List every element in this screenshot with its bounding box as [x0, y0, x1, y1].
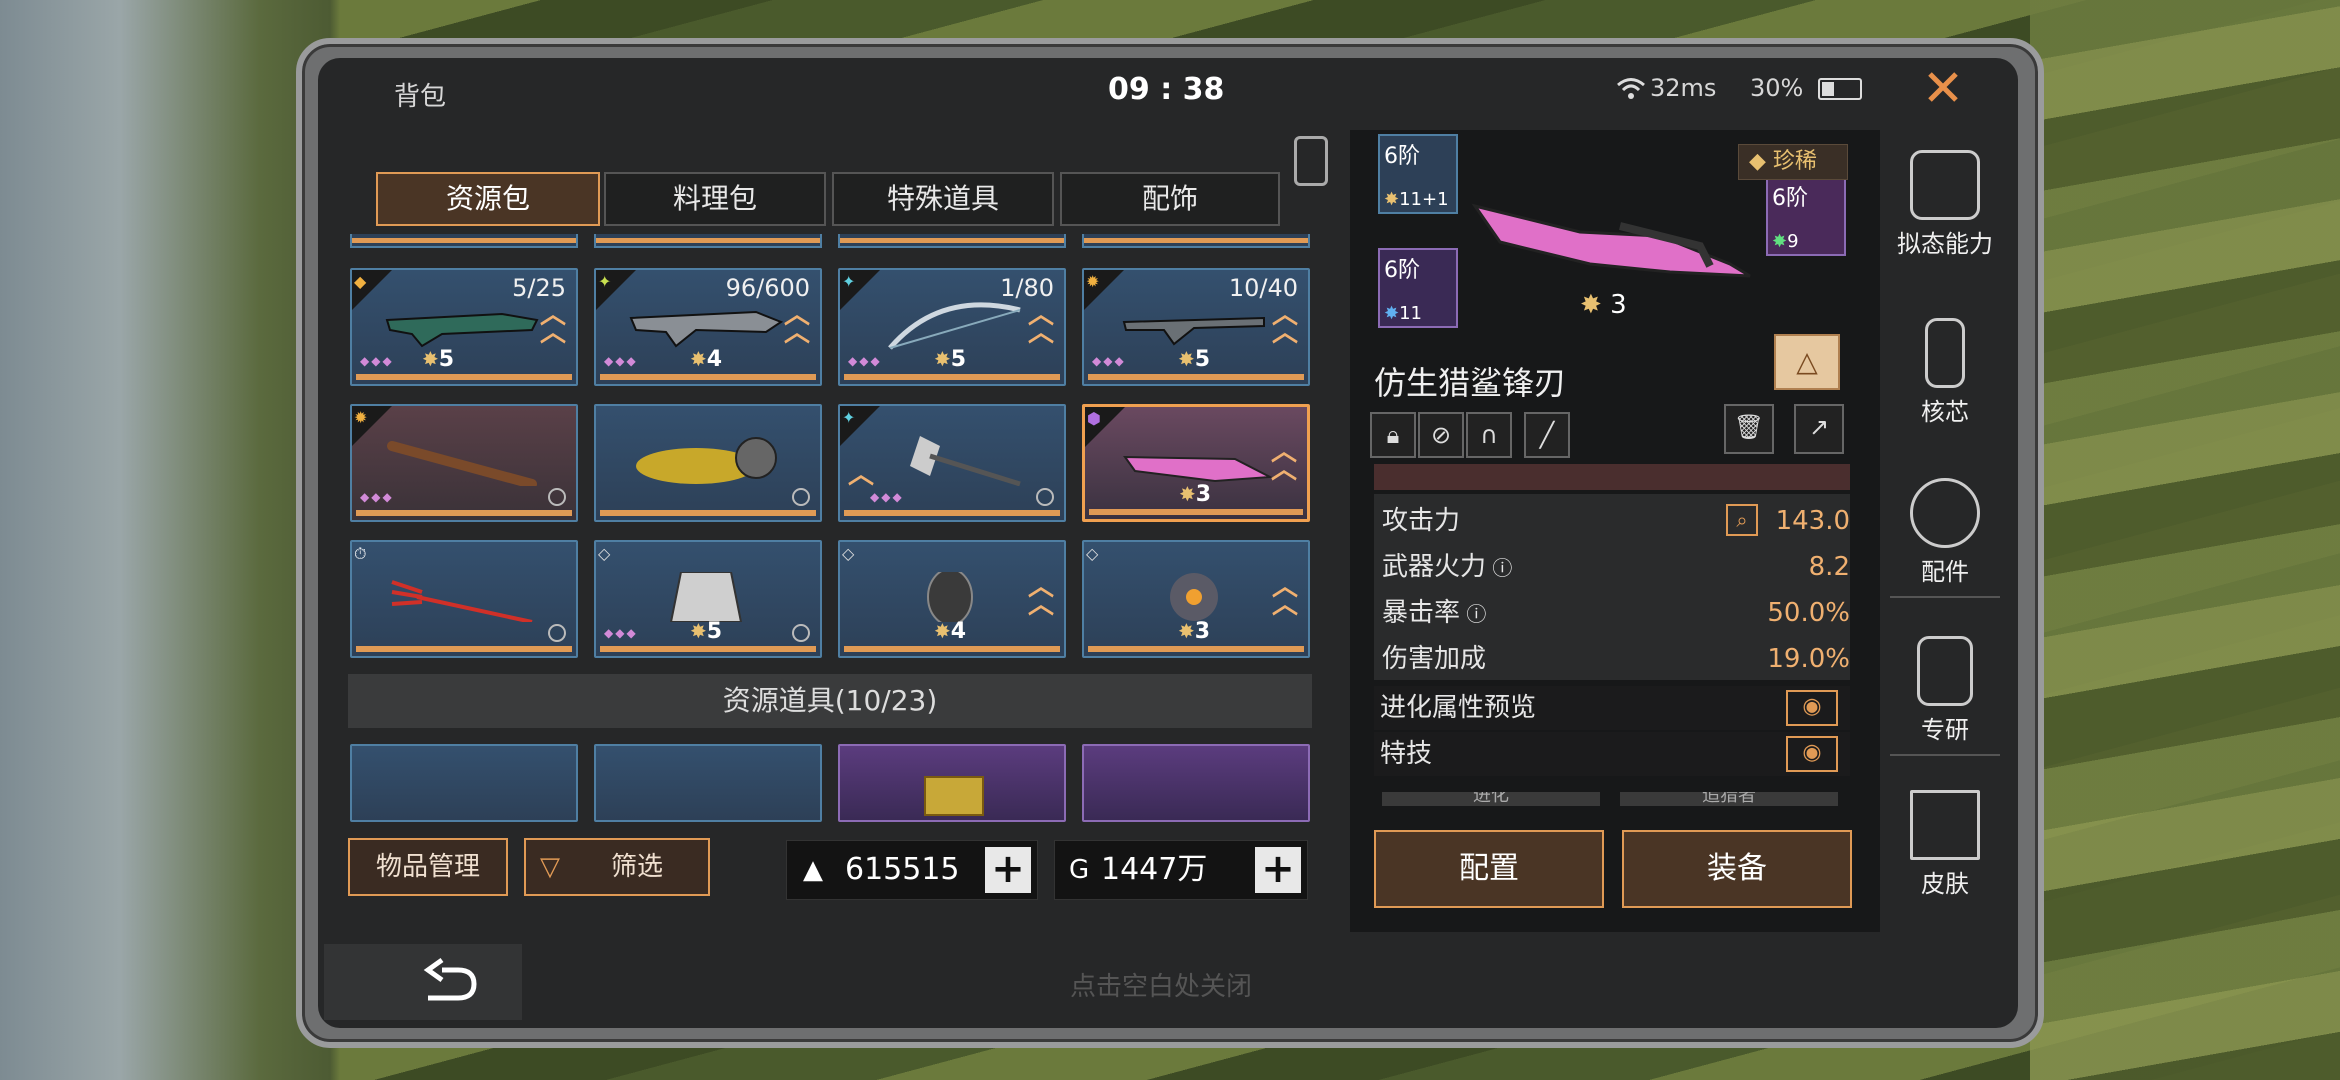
- diamond-icon: ◇: [842, 544, 855, 563]
- clock: 09 : 38: [1108, 72, 1225, 107]
- hook-icon[interactable]: ∩: [1466, 412, 1512, 458]
- partial-row: [1374, 464, 1850, 490]
- category-icon: ◆: [354, 272, 367, 291]
- tier-card[interactable]: 6阶 ✸9: [1766, 176, 1846, 256]
- inventory-slot[interactable]: ✦ 1/80 ◆◆◆ ✸5 ︿ ︿: [838, 268, 1066, 386]
- search-icon: ⌕: [1726, 504, 1758, 536]
- armor-image: [669, 572, 743, 622]
- gear-icon: [1910, 478, 1980, 548]
- hunter-tab-partial[interactable]: 追猎者: [1620, 792, 1838, 806]
- inventory-slot[interactable]: ◆ 5/25 ◆◆◆ ✸5 ︿ ︿: [350, 268, 578, 386]
- bookmark-icon[interactable]: [1294, 136, 1328, 186]
- sidebar-item-parts[interactable]: 配件: [1890, 478, 2000, 587]
- coin-icon: G: [1069, 855, 1090, 885]
- inventory-slot[interactable]: ◇ ✸3 ︿ ︿: [1082, 540, 1310, 658]
- inventory-slot[interactable]: ◇ ✸4 ︿ ︿: [838, 540, 1066, 658]
- gun-skin-icon: [1910, 790, 1980, 860]
- timer-icon: ⏱: [354, 544, 367, 563]
- blade-image: [1123, 455, 1274, 483]
- close-hint: 点击空白处关闭: [1070, 972, 1253, 1002]
- diamond-icon: ◇: [598, 544, 611, 563]
- notebook-icon: [1917, 636, 1973, 706]
- currency-gold: G 1447万 +: [1054, 840, 1308, 900]
- weapon-image: [888, 302, 1021, 350]
- skill-row[interactable]: 特技 ◉: [1374, 732, 1850, 776]
- weapon-image: [1122, 316, 1265, 346]
- battery-text: 30%: [1750, 74, 1804, 102]
- share-icon[interactable]: ↗: [1794, 404, 1844, 454]
- inventory-slot[interactable]: ✹ ◆◆◆: [350, 404, 578, 522]
- back-button[interactable]: [324, 944, 522, 1020]
- section-header: 资源道具(10/23): [348, 674, 1312, 728]
- eye-icon[interactable]: ◉: [1786, 690, 1838, 726]
- blade-icon[interactable]: ╱: [1524, 412, 1570, 458]
- game-background-right: [2030, 0, 2340, 1080]
- star-level: ✸ 3: [1580, 290, 1627, 320]
- inventory-slot[interactable]: [594, 404, 822, 522]
- currency-crystal: ▲ 615515 +: [786, 840, 1038, 900]
- tier-card[interactable]: 6阶 ✸11: [1378, 248, 1458, 328]
- close-icon[interactable]: [1922, 66, 1964, 108]
- item-management-button[interactable]: 物品管理: [348, 838, 508, 896]
- lock-icon[interactable]: 🔒︎: [1370, 412, 1416, 458]
- eye-icon[interactable]: ◉: [1786, 736, 1838, 772]
- rarity-badge: ◆ 珍稀: [1738, 144, 1848, 180]
- diamond-icon: ◇: [1086, 544, 1099, 563]
- tier-card[interactable]: 6阶 ✸11+1: [1378, 134, 1458, 214]
- evolution-preview-row[interactable]: 进化属性预览 ◉: [1374, 686, 1850, 730]
- inventory-slot[interactable]: ⏱: [350, 540, 578, 658]
- weapon-image: [629, 310, 784, 348]
- sidebar-item-core[interactable]: 核芯: [1890, 318, 2000, 427]
- crystal-icon: ▲: [803, 855, 823, 885]
- inventory-slot[interactable]: ◇ ◆◆◆ ✸5: [594, 540, 822, 658]
- ping-text: 32ms: [1650, 74, 1717, 102]
- tab-accessories[interactable]: 配饰: [1060, 172, 1280, 226]
- tab-special-items[interactable]: 特殊道具: [832, 172, 1054, 226]
- inventory-slot[interactable]: [1082, 744, 1310, 822]
- inventory-slot[interactable]: ✹ 10/40 ◆◆◆ ✸5 ︿ ︿: [1082, 268, 1310, 386]
- panel-title: 背包: [394, 82, 447, 112]
- wifi-icon: [1616, 76, 1646, 100]
- tab-cooking-pack[interactable]: 料理包: [604, 172, 826, 226]
- blade-preview-image: [1471, 203, 1751, 278]
- weapon-image: [385, 312, 539, 348]
- delete-icon[interactable]: 🗑︎: [1724, 404, 1774, 454]
- add-gold-button[interactable]: +: [1255, 847, 1301, 893]
- filter-icon: ▽: [540, 852, 560, 882]
- stats-block: 攻击力 143.0 ⌕ 武器火力 ⓘ 8.2 暴击率 ⓘ 50.0% 伤害加成 19.0%: [1374, 494, 1850, 680]
- inventory-slot[interactable]: ✦ 96/600 ◆◆◆ ✸4 ︿ ︿: [594, 268, 822, 386]
- axe-image: [910, 436, 1021, 486]
- add-crystal-button[interactable]: +: [985, 847, 1031, 893]
- sidebar-item-research[interactable]: 专研: [1890, 636, 2000, 745]
- core-icon: [1925, 318, 1965, 388]
- divider: [1890, 754, 2000, 756]
- tab-resource-pack[interactable]: 资源包: [376, 172, 600, 226]
- diamond-icon: ◆: [1749, 149, 1766, 174]
- sidebar-item-skin[interactable]: 皮肤: [1890, 790, 2000, 899]
- chest-icon: [924, 776, 984, 816]
- wolf-icon: [1910, 150, 1980, 220]
- mech-image: [1170, 573, 1218, 621]
- inventory-slot[interactable]: [838, 744, 1066, 822]
- sidebar-item-mimic[interactable]: 拟态能力: [1890, 150, 2000, 259]
- trident-image: [391, 580, 533, 622]
- no-repair-icon[interactable]: ⊘: [1418, 412, 1464, 458]
- vehicle-image: [636, 437, 777, 484]
- inventory-slot[interactable]: [594, 744, 822, 822]
- inventory-slot-selected[interactable]: ⬢ ✸3 ︿ ︿: [1082, 404, 1310, 522]
- item-name: 仿生猎鲨锋刃: [1374, 364, 1567, 402]
- filter-button[interactable]: ▽ 筛选: [524, 838, 710, 896]
- evolve-tab-partial[interactable]: 进化: [1382, 792, 1600, 806]
- battery-icon: [1818, 78, 1862, 100]
- equip-button[interactable]: 装备: [1622, 830, 1852, 908]
- configure-button[interactable]: 配置: [1374, 830, 1604, 908]
- divider: [1890, 596, 2000, 598]
- inventory-slot[interactable]: ✦ ◆◆◆ ︿: [838, 404, 1066, 522]
- inventory-slot[interactable]: [350, 744, 578, 822]
- helmet-image: [927, 572, 973, 622]
- weapon-image: [387, 441, 537, 486]
- share-drive-icon[interactable]: △: [1774, 334, 1840, 390]
